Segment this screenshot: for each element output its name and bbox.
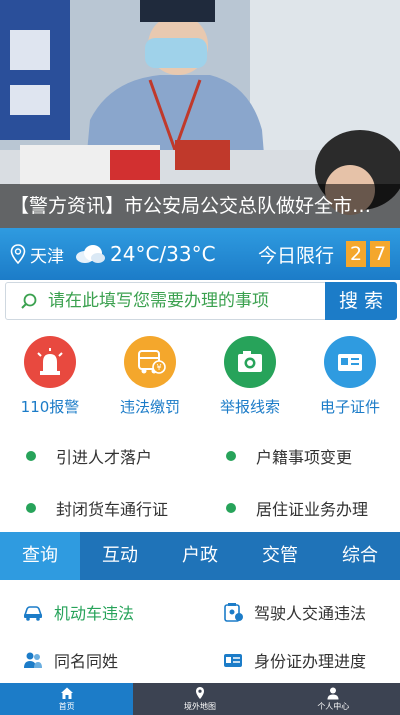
nav-label: 境外地图	[183, 702, 216, 711]
nav-home[interactable]: 首页	[0, 683, 134, 715]
home-icon	[60, 687, 73, 699]
service-item[interactable]: 居住证业务办理	[200, 496, 400, 520]
nav-label: 个人中心	[317, 702, 350, 711]
query-item-same-name[interactable]: 同名同姓	[0, 648, 200, 672]
driver-license-icon	[224, 603, 243, 622]
banner-caption: 【警方资讯】市公安局公交总队做好全市…	[0, 184, 400, 228]
quick-action-110-alarm[interactable]: 110报警	[0, 336, 100, 420]
id-card-icon	[324, 336, 376, 388]
query-list: 机动车违法 驾驶人交通违法 同名同姓 身份证办理进度	[0, 588, 400, 684]
service-item[interactable]: 引进人才落户	[0, 444, 200, 468]
quick-action-label: 举报线索	[219, 398, 280, 416]
svg-text:¥: ¥	[156, 363, 161, 372]
camera-icon	[224, 336, 276, 388]
service-item[interactable]: 封闭货车通行证	[0, 496, 200, 520]
weather-bar: 天津 24°C/33°C 今日限行 2 7	[0, 228, 400, 280]
tab-traffic[interactable]: 交管	[240, 532, 320, 580]
service-row: 封闭货车通行证 居住证业务办理	[0, 482, 400, 534]
service-list: 引进人才落户 户籍事项变更 封闭货车通行证 居住证业务办理	[0, 430, 400, 534]
quick-action-label: 违法缴罚	[119, 398, 180, 416]
nav-map[interactable]: 境外地图	[133, 683, 266, 715]
service-item[interactable]: 户籍事项变更	[200, 444, 400, 468]
tab-household[interactable]: 户政	[160, 532, 240, 580]
car-icon	[23, 606, 43, 621]
quick-action-label: 110报警	[20, 398, 80, 416]
location-pin-icon	[10, 244, 26, 264]
bullet-icon	[226, 503, 236, 513]
bullet-icon	[26, 451, 36, 461]
query-item-vehicle-violation[interactable]: 机动车违法	[0, 600, 200, 624]
service-label: 引进人才落户	[56, 448, 153, 467]
quick-action-e-license[interactable]: 电子证件	[300, 336, 400, 420]
truck-fine-icon: ¥	[124, 336, 176, 388]
query-row: 机动车违法 驾驶人交通违法	[0, 588, 400, 636]
nav-label: 首页	[58, 702, 75, 711]
quick-action-report-clue[interactable]: 举报线索	[200, 336, 300, 420]
cloud-icon	[76, 245, 105, 263]
alarm-light-icon	[24, 336, 76, 388]
quick-action-pay-fine[interactable]: ¥ 违法缴罚	[100, 336, 200, 420]
service-label: 封闭货车通行证	[56, 500, 169, 519]
category-tabs: 查询 互动 户政 交管 综合	[0, 532, 400, 580]
quick-action-label: 电子证件	[319, 398, 380, 416]
city-name: 天津	[30, 246, 64, 267]
query-label: 身份证办理进度	[254, 652, 367, 671]
id-card-icon	[224, 654, 242, 667]
search-bar: 搜 索	[5, 282, 397, 320]
bullet-icon	[226, 451, 236, 461]
query-label: 驾驶人交通违法	[254, 604, 367, 623]
service-label: 居住证业务办理	[256, 500, 369, 519]
tab-general[interactable]: 综合	[320, 532, 400, 580]
temperature: 24°C/33°C	[110, 242, 216, 266]
service-row: 引进人才落户 户籍事项变更	[0, 430, 400, 482]
tab-interact[interactable]: 互动	[80, 532, 160, 580]
service-label: 户籍事项变更	[256, 448, 353, 467]
bottom-nav: 首页 境外地图 个人中心	[0, 683, 400, 715]
traffic-limit-number: 7	[370, 241, 390, 267]
query-item-id-card-progress[interactable]: 身份证办理进度	[200, 648, 400, 672]
search-input[interactable]	[48, 291, 325, 311]
tab-query[interactable]: 查询	[0, 532, 80, 580]
search-button[interactable]: 搜 索	[325, 282, 397, 320]
traffic-limit-label: 今日限行	[257, 244, 334, 267]
app-screen: 【警方资讯】市公安局公交总队做好全市… 天津 24°C/33°C 今日限行 2 …	[0, 0, 400, 715]
map-pin-icon	[195, 687, 204, 699]
bullet-icon	[26, 503, 36, 513]
query-item-driver-violation[interactable]: 驾驶人交通违法	[200, 600, 400, 624]
query-label: 机动车违法	[54, 604, 135, 623]
query-label: 同名同姓	[54, 652, 119, 671]
people-icon	[24, 652, 42, 668]
search-icon	[21, 293, 37, 309]
quick-actions: 110报警 ¥ 违法缴罚 举报线索 电子证件	[0, 336, 400, 420]
news-banner[interactable]: 【警方资讯】市公安局公交总队做好全市…	[0, 0, 400, 228]
traffic-limit-number: 2	[346, 241, 366, 267]
nav-profile[interactable]: 个人中心	[267, 683, 400, 715]
user-icon	[327, 687, 339, 700]
query-row: 同名同姓 身份证办理进度	[0, 636, 400, 684]
